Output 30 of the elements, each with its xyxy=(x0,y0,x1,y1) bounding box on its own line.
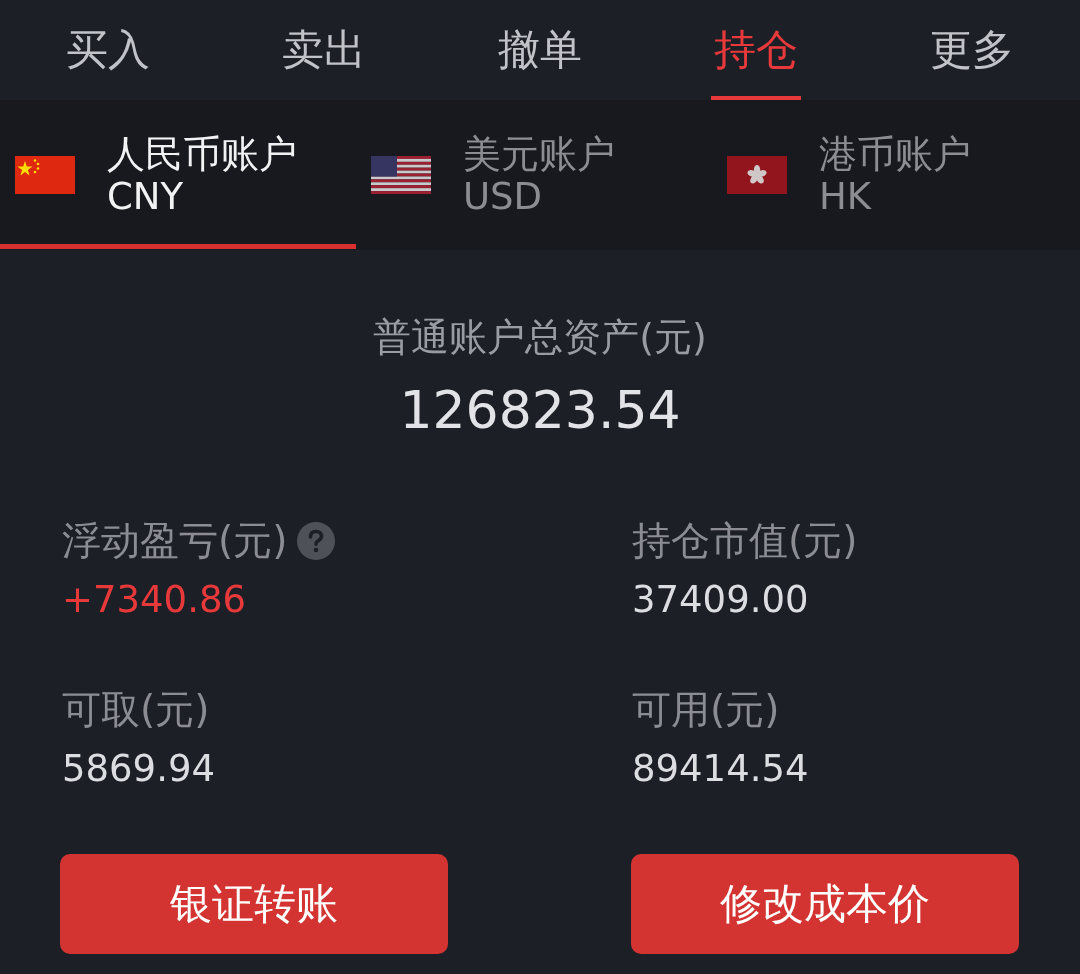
help-icon[interactable] xyxy=(297,522,336,560)
nav-tab[interactable]: 持仓 xyxy=(648,0,864,100)
china-flag-icon xyxy=(15,156,75,194)
account-currency: USD xyxy=(463,176,543,218)
account-name: 港币账户 xyxy=(819,132,971,176)
stat-value: 37409.00 xyxy=(632,577,809,623)
total-assets-value: 126823.54 xyxy=(399,379,681,442)
account-tab[interactable]: 人民币账户 CNY xyxy=(0,100,356,250)
stat-label: 可取(元) xyxy=(62,686,210,734)
action-button[interactable]: 修改成本价 xyxy=(631,854,1019,954)
stat-value: 5869.94 xyxy=(62,746,215,792)
stat-label: 持仓市值(元) xyxy=(632,517,858,565)
total-assets-label: 普通账户总资产(元) xyxy=(373,314,707,361)
us-flag-icon xyxy=(371,156,431,194)
stat-value: 89414.54 xyxy=(632,746,809,792)
nav-tab[interactable]: 撤单 xyxy=(432,0,648,100)
account-name: 美元账户 xyxy=(463,132,615,176)
nav-tab[interactable]: 卖出 xyxy=(216,0,432,100)
stat-label: 可用(元) xyxy=(632,686,780,734)
account-name: 人民币账户 xyxy=(107,132,297,176)
stat-value: +7340.86 xyxy=(62,577,246,623)
stat-label: 浮动盈亏(元) xyxy=(62,517,288,565)
account-tab[interactable]: 港币账户 HK xyxy=(712,100,1068,250)
account-tab[interactable]: 美元账户 USD xyxy=(356,100,712,250)
action-button[interactable]: 银证转账 xyxy=(60,854,448,954)
hong-kong-flag-icon xyxy=(727,156,787,194)
account-currency: HK xyxy=(819,176,872,218)
nav-tab[interactable]: 买入 xyxy=(0,0,216,100)
nav-tab[interactable]: 更多 xyxy=(864,0,1080,100)
account-currency: CNY xyxy=(107,176,184,218)
